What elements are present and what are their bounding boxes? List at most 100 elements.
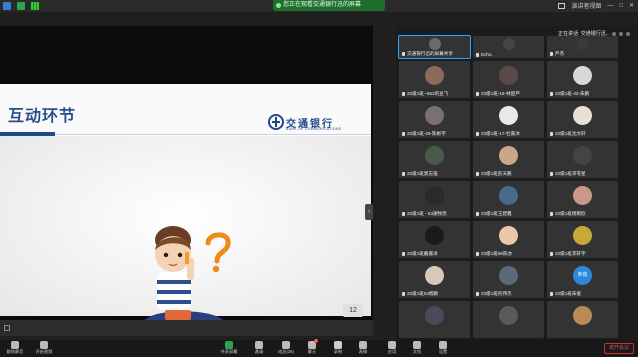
participant-tile[interactable]: 22级1班王碧鑫 bbox=[473, 181, 544, 218]
participant-name-text: 22级1班-17-杜嘉冰 bbox=[481, 131, 520, 136]
top-status-bar: 您正在观看交通银行迅的屏幕 演讲者视图 — □ ✕ bbox=[0, 0, 638, 12]
mic-muted-icon bbox=[550, 52, 553, 56]
invite-button[interactable]: 邀请 bbox=[248, 340, 270, 357]
participant-name-text: 22级1班 - 53謝牧凯 bbox=[407, 211, 447, 216]
participant-name-text: 22级1班53杨颖 bbox=[407, 291, 439, 296]
thinking-boy-illustration bbox=[141, 226, 229, 352]
docs-button[interactable]: 文档 bbox=[406, 340, 428, 357]
participant-tile[interactable] bbox=[473, 301, 544, 338]
participant-name-text: 22级1班-29-陈彬宇 bbox=[407, 131, 446, 136]
mic-muted-icon bbox=[11, 341, 19, 349]
avatar: 朱俊 bbox=[573, 266, 592, 285]
window-controls: 演讲者视图 — □ ✕ bbox=[558, 1, 634, 10]
participant-tile[interactable]: 22级1班莫志强 bbox=[399, 141, 470, 178]
participant-tile[interactable]: 22级1班66陈亦 bbox=[473, 221, 544, 258]
participant-name-text: 22级1班莫志强 bbox=[407, 171, 438, 176]
chevron-right-icon: › bbox=[367, 208, 371, 215]
participant-tile[interactable] bbox=[399, 301, 470, 338]
participant-tile[interactable]: 22级1班-42-朱鹏 bbox=[547, 61, 618, 98]
mic-muted-icon bbox=[476, 292, 479, 296]
settings-button[interactable]: 设置 bbox=[432, 340, 454, 357]
close-icon[interactable]: ✕ bbox=[629, 2, 634, 9]
participant-name-text: 22级1班戴嘉洋 bbox=[407, 251, 438, 256]
chat-button[interactable]: 聊天 2 bbox=[301, 339, 323, 357]
meeting-info-icons bbox=[3, 1, 39, 11]
maximize-icon[interactable]: □ bbox=[619, 3, 623, 9]
mic-muted-icon bbox=[402, 292, 405, 296]
mic-muted-icon bbox=[402, 252, 405, 256]
camera-off-button[interactable]: 开启视频 bbox=[33, 340, 55, 357]
participant-name-text: 22级1班邓苓星 bbox=[555, 171, 586, 176]
participant-name: 22级1班李轩宇 bbox=[550, 251, 586, 257]
annotate-icon[interactable] bbox=[4, 325, 10, 331]
share-screen-button[interactable]: 共享屏幕 bbox=[218, 340, 240, 357]
avatar bbox=[573, 66, 592, 85]
participant-tile[interactable]: 22级1班-29-陈彬宇 bbox=[399, 101, 470, 138]
mic-muted-icon bbox=[476, 172, 479, 176]
participant-tile[interactable]: 严杰 bbox=[547, 36, 618, 58]
view-switch-icon[interactable] bbox=[558, 2, 566, 9]
participant-name: 22级1班沈文轩 bbox=[550, 131, 586, 137]
avatar bbox=[499, 226, 518, 245]
share-screen-icon bbox=[225, 341, 233, 349]
slide-divider bbox=[55, 134, 371, 135]
participant-name: 22级1班彭天鹏 bbox=[476, 171, 512, 177]
participant-name: 22级1班戴嘉洋 bbox=[402, 251, 438, 257]
avatar bbox=[573, 106, 592, 125]
collapse-panel-handle[interactable]: › bbox=[365, 204, 373, 220]
mic-muted-icon bbox=[550, 132, 553, 136]
mic-muted-icon bbox=[476, 92, 479, 96]
participant-tile[interactable]: 交通银行迅的屏幕共享 bbox=[398, 35, 471, 59]
participant-tile[interactable]: 22级1班的伟杰 bbox=[473, 261, 544, 298]
participant-name-text: 交通银行迅的屏幕共享 bbox=[407, 51, 453, 56]
toolbar-label: 共享屏幕 bbox=[220, 349, 238, 354]
info-icon[interactable] bbox=[3, 2, 11, 10]
avatar bbox=[499, 66, 518, 85]
reaction-icon bbox=[359, 341, 367, 349]
mic-muted-icon bbox=[550, 212, 553, 216]
security-shield-icon[interactable] bbox=[17, 2, 25, 10]
reaction-button[interactable]: 表情 bbox=[352, 340, 374, 357]
mic-muted-icon bbox=[550, 92, 553, 96]
members-button[interactable]: 成员(26) bbox=[275, 340, 297, 357]
mic-muted-button[interactable]: 解除静音 bbox=[4, 340, 26, 357]
screen-share-banner[interactable]: 您正在观看交通银行迅的屏幕 bbox=[273, 0, 385, 11]
screen-share-banner-text: 您正在观看交通银行迅的屏幕 bbox=[283, 2, 362, 8]
avatar bbox=[499, 146, 518, 165]
unread-badge: 2 bbox=[314, 339, 318, 343]
participant-tile[interactable]: 22级1班戴嘉洋 bbox=[399, 221, 470, 258]
participant-tile[interactable]: 22级1班53杨颖 bbox=[399, 261, 470, 298]
avatar bbox=[429, 38, 441, 50]
mic-muted-icon bbox=[476, 52, 479, 57]
participant-tile[interactable]: 22级1班沈文轩 bbox=[547, 101, 618, 138]
avatar bbox=[499, 106, 518, 125]
participant-name: 22级1班的伟杰 bbox=[476, 291, 512, 297]
avatar bbox=[499, 266, 518, 285]
mic-muted-icon bbox=[402, 52, 405, 56]
participant-tile[interactable] bbox=[547, 301, 618, 338]
avatar bbox=[499, 186, 518, 205]
participant-name: 22级1班杨雨欣 bbox=[550, 211, 586, 217]
participant-tile[interactable]: 22级1班杨雨欣 bbox=[547, 181, 618, 218]
participant-tile[interactable]: 朱俊 22级1班朱俊 bbox=[547, 261, 618, 298]
participant-name: 22级1班-29-陈彬宇 bbox=[402, 131, 446, 137]
participant-tile[interactable]: 22级1班--553的豆飞 bbox=[399, 61, 470, 98]
participant-name: 22级1班 - 53謝牧凯 bbox=[402, 211, 447, 217]
leave-meeting-button[interactable]: 离开会议 bbox=[604, 343, 634, 354]
participant-tile[interactable]: 22级1班彭天鹏 bbox=[473, 141, 544, 178]
view-switch-label[interactable]: 演讲者视图 bbox=[571, 1, 601, 10]
participant-name-text: 22级1班李轩宇 bbox=[555, 251, 586, 256]
avatar bbox=[577, 38, 589, 50]
participant-name: 22级1班朱俊 bbox=[550, 291, 581, 297]
mic-muted-icon bbox=[402, 212, 405, 216]
participant-tile[interactable]: 22级1班 - 53謝牧凯 bbox=[399, 181, 470, 218]
avatar bbox=[499, 306, 518, 325]
minimize-icon[interactable]: — bbox=[607, 3, 613, 9]
participant-tile[interactable]: 22级1班-17-杜嘉冰 bbox=[473, 101, 544, 138]
participant-tile[interactable]: 22级1班-18-林楚芦 bbox=[473, 61, 544, 98]
participant-name: 22级1班邓苓星 bbox=[550, 171, 586, 177]
participant-tile[interactable]: 22级1班李轩宇 bbox=[547, 221, 618, 258]
participant-tile[interactable]: 22级1班邓苓星 bbox=[547, 141, 618, 178]
participant-tile[interactable]: Echo. bbox=[473, 36, 544, 58]
share-control-strip bbox=[0, 320, 373, 336]
